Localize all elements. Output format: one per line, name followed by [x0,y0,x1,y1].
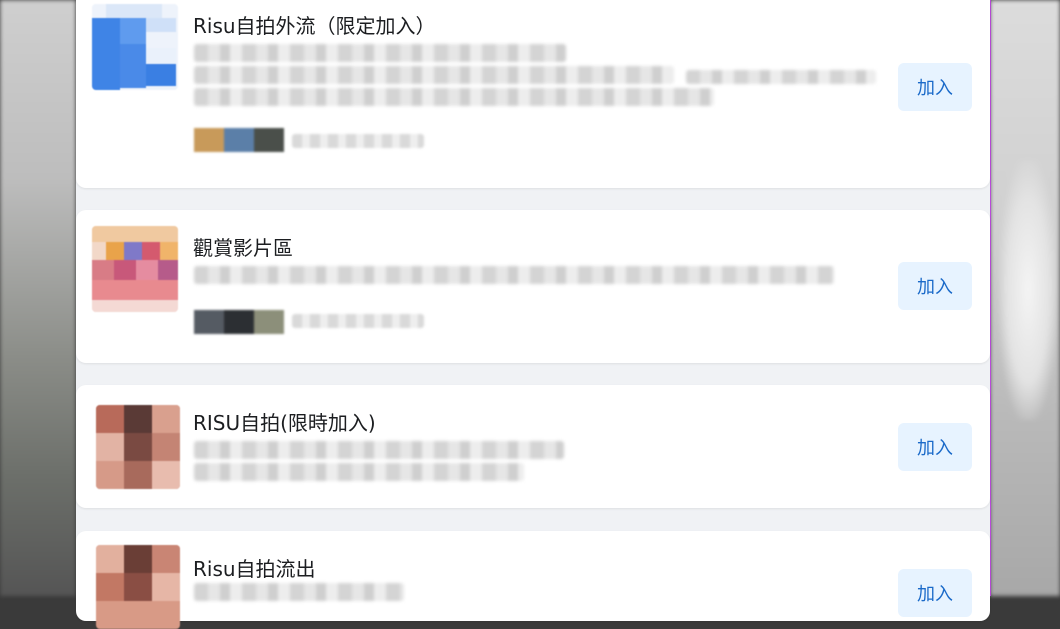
group-thumbnail[interactable] [92,4,178,90]
group-name[interactable]: RISU自拍(限時加入) [193,407,376,436]
blurred-background-left [0,0,76,596]
group-thumbnail[interactable] [92,226,178,312]
join-button[interactable]: 加入 [898,262,972,310]
group-name[interactable]: Risu自拍外流（限定加入） [193,10,436,39]
pixelated-cover-image [96,405,180,489]
redacted-description [194,44,566,62]
join-button[interactable]: 加入 [898,569,972,617]
group-thumbnail[interactable] [96,405,180,489]
member-avatars [194,128,284,152]
pixelated-cover-image [92,226,178,312]
join-button[interactable]: 加入 [898,423,972,471]
group-name[interactable]: Risu自拍流出 [193,553,316,582]
group-thumbnail[interactable] [96,545,180,629]
group-card[interactable]: Risu自拍外流（限定加入） 加入 [76,0,990,188]
group-results-panel: Risu自拍外流（限定加入） 加入 觀賞影片區 加入 RISU自拍(限時加入) … [76,0,991,629]
group-name[interactable]: 觀賞影片區 [193,232,293,261]
redacted-description [686,70,876,84]
redacted-description [194,583,404,601]
group-card[interactable]: Risu自拍流出 加入 [76,531,990,629]
redacted-member-info [292,314,424,328]
redacted-member-info [292,134,424,148]
pixelated-cover-image [96,545,180,629]
pixelated-cover-image [92,4,178,90]
blurred-background-right [990,0,1060,596]
redacted-description [194,88,714,106]
redacted-description [194,441,564,459]
join-button[interactable]: 加入 [898,63,972,111]
group-card[interactable]: 觀賞影片區 加入 [76,210,990,363]
redacted-description [194,266,834,284]
redacted-description [194,463,524,481]
group-card[interactable]: RISU自拍(限時加入) 加入 [76,385,990,508]
member-avatars [194,310,284,334]
redacted-description [194,66,674,84]
